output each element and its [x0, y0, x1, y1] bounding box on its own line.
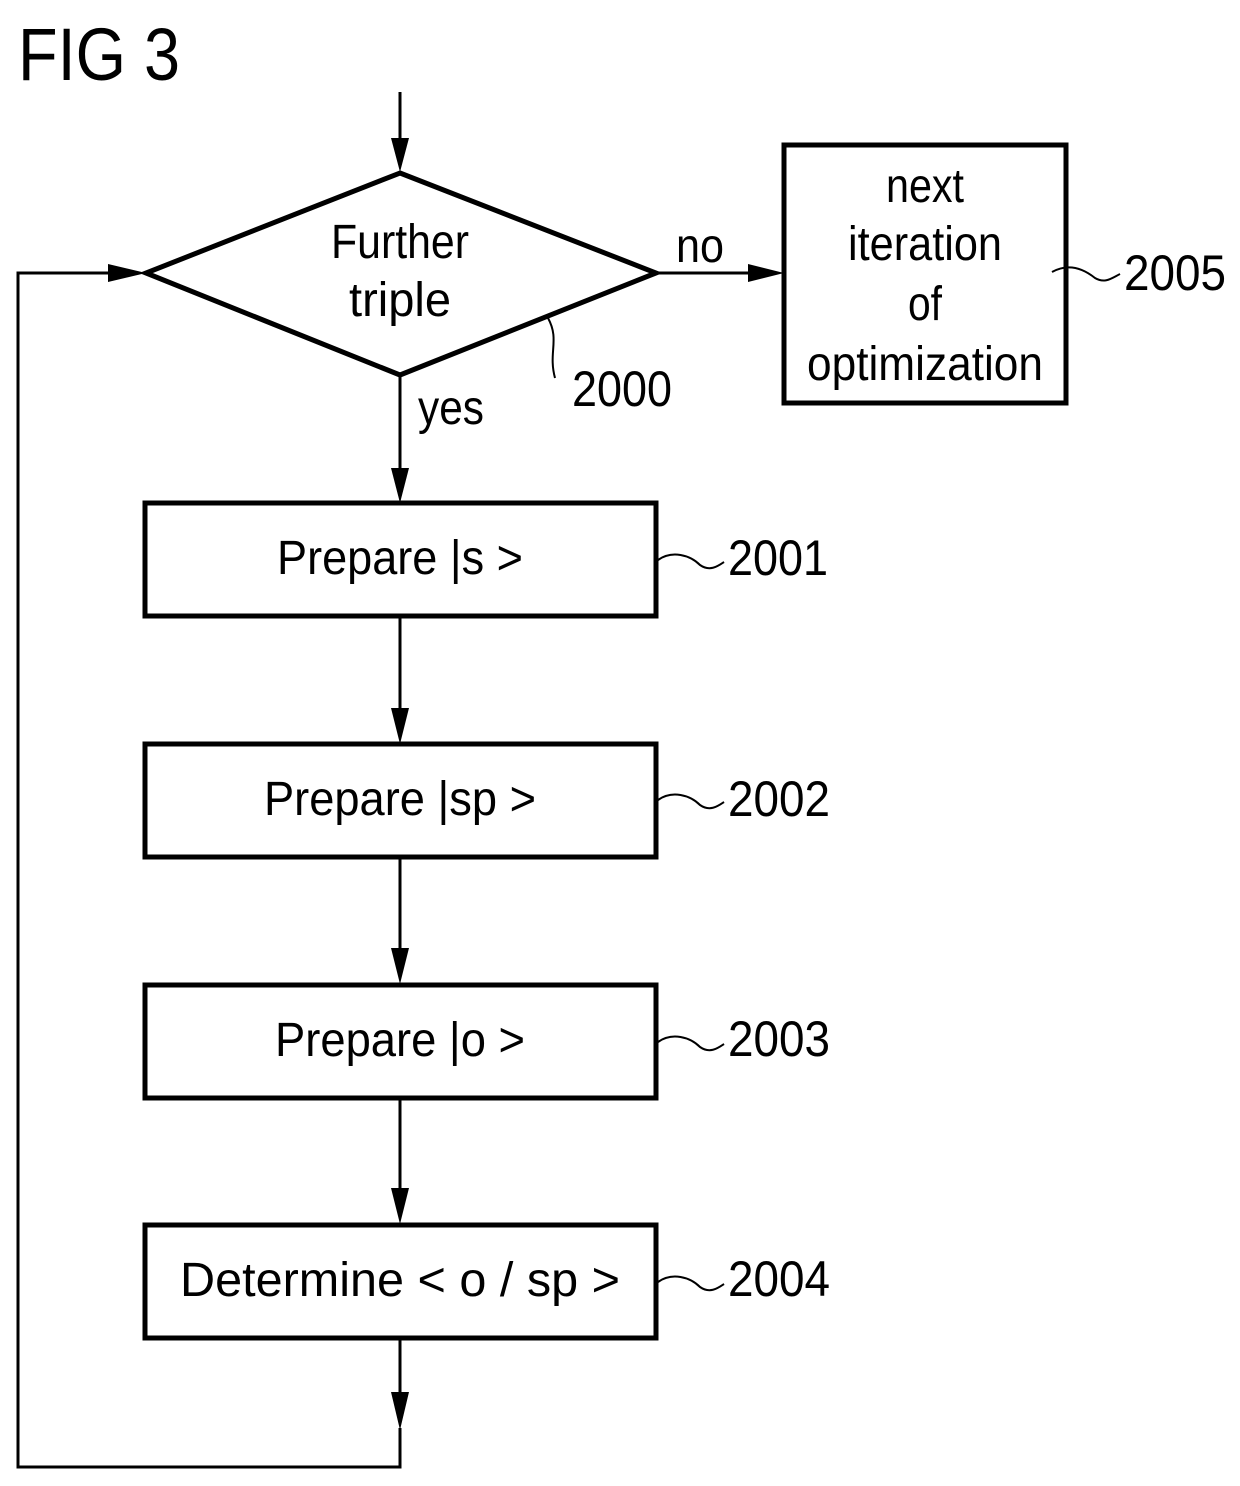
next-iteration-line2: iteration [848, 218, 1002, 271]
step-label-determine: Determine < o / sp > [180, 1254, 620, 1307]
yes-label: yes [418, 382, 484, 435]
figure-title: FIG 3 [18, 13, 180, 96]
step-ref-2003: 2003 [728, 1011, 830, 1067]
step-ref-leader-2002 [657, 793, 725, 810]
entry-arrowhead [391, 138, 409, 172]
next-iteration-line1: next [886, 160, 964, 213]
step-ref-leader-2001 [657, 553, 725, 570]
decision-ref-leader [547, 317, 556, 379]
step-ref-2004: 2004 [728, 1251, 830, 1307]
next-iteration-ref-number: 2005 [1124, 245, 1226, 301]
no-arrowhead [748, 264, 784, 282]
no-label: no [676, 220, 724, 273]
step-ref-2001: 2001 [728, 530, 828, 586]
flowchart: FIG 3 Further triple 2000 no next iterat… [16, 13, 1226, 1469]
yes-arrowhead [391, 468, 409, 503]
arrow-2002-2003-head [391, 948, 409, 984]
next-iteration-line4: optimization [807, 338, 1043, 391]
step-label-prepare-s: Prepare |s > [277, 532, 523, 585]
next-iteration-line3: of [908, 278, 943, 331]
loop-back-arrowhead [108, 264, 146, 282]
arrow-2001-2002-head [391, 708, 409, 744]
step-ref-leader-2003 [657, 1035, 725, 1052]
step-ref-2002: 2002 [728, 771, 830, 827]
arrow-2003-2004-head [391, 1188, 409, 1224]
loop-down-arrowhead [391, 1392, 409, 1430]
decision-label-line2: triple [349, 274, 451, 327]
step-label-prepare-o: Prepare |o > [275, 1014, 525, 1067]
step-ref-leader-2004 [657, 1275, 725, 1292]
step-label-prepare-sp: Prepare |sp > [264, 773, 536, 826]
decision-ref-number: 2000 [572, 361, 672, 417]
decision-label-line1: Further [331, 216, 469, 269]
